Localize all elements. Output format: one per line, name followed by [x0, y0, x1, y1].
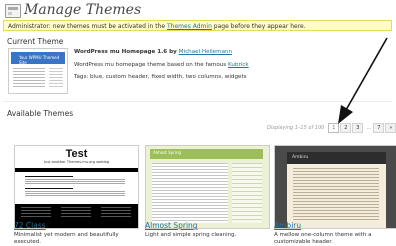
annotation-arrow	[338, 37, 388, 124]
